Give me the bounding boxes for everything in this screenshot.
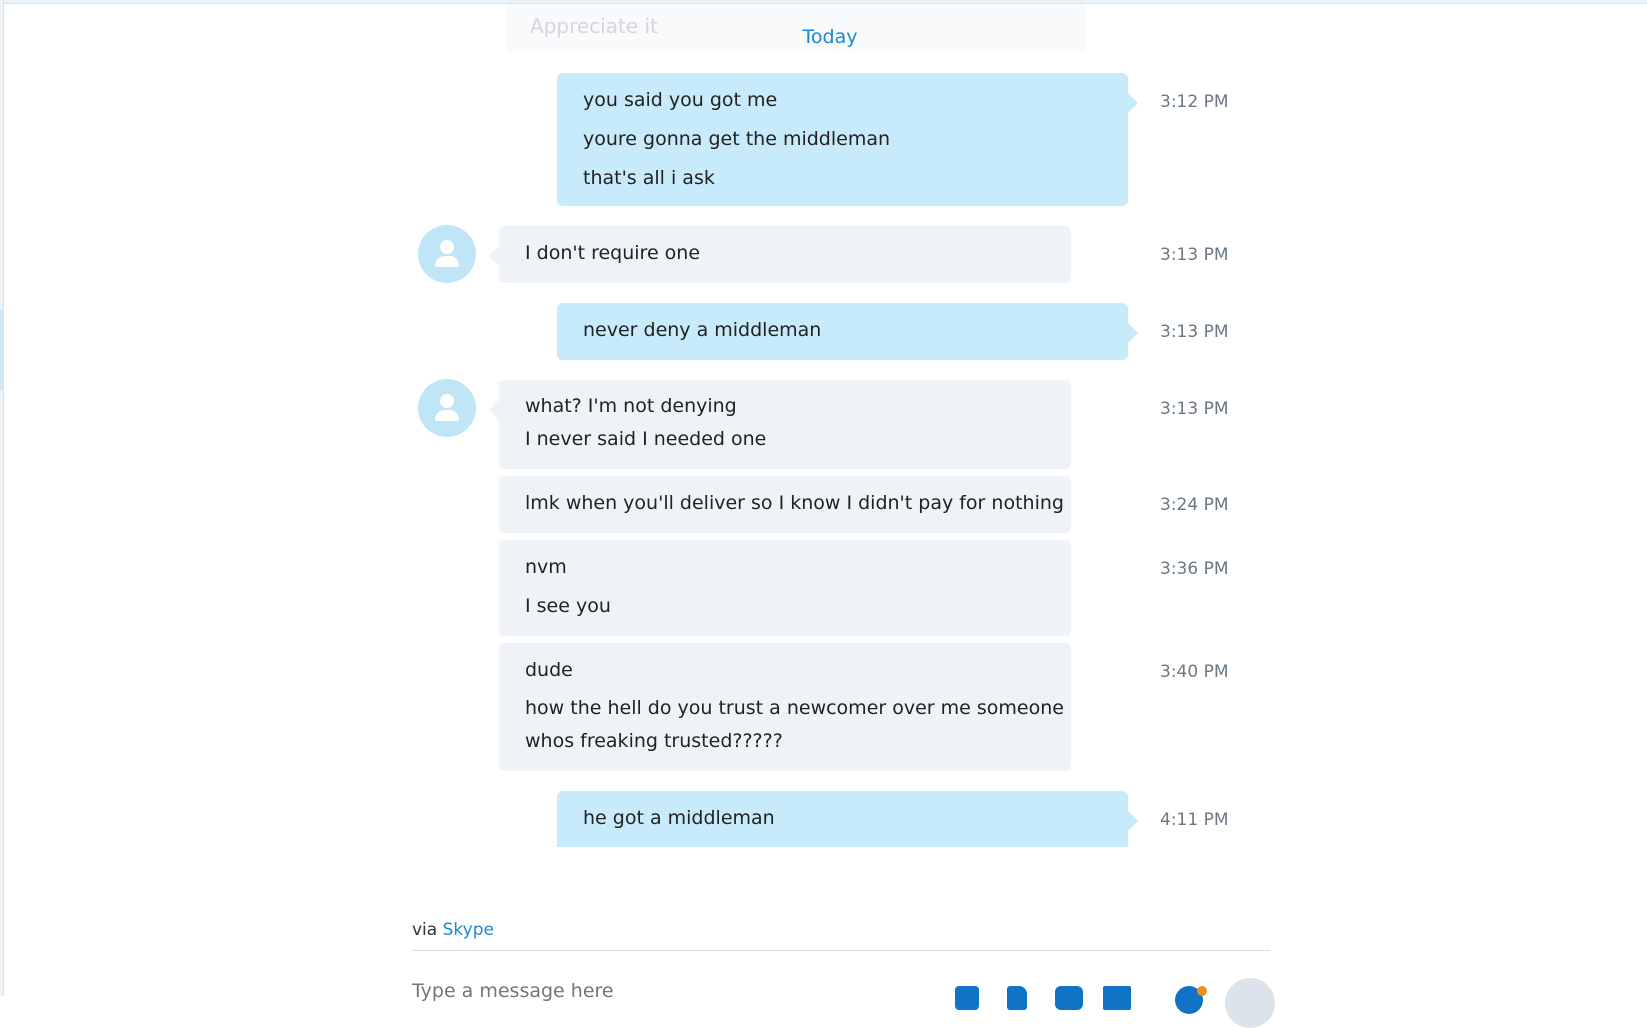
message-timestamp: 3:12 PM xyxy=(1160,92,1229,112)
video-message-icon[interactable] xyxy=(1055,986,1083,1010)
contact-avatar[interactable] xyxy=(418,379,476,437)
message-bubble-incoming[interactable]: lmk when you'll deliver so I know I didn… xyxy=(499,476,1071,533)
message-text: nvm xyxy=(525,556,567,578)
day-separator: Today xyxy=(802,26,858,48)
message-timestamp: 3:13 PM xyxy=(1160,245,1229,265)
message-bubble-incoming[interactable]: what? I'm not denying I never said I nee… xyxy=(489,380,1071,469)
previous-message-text: Appreciate it xyxy=(530,14,658,38)
message-text: dude xyxy=(525,659,573,681)
via-skype-label: via Skype xyxy=(412,920,494,940)
message-bubble-outgoing[interactable]: you said you got me youre gonna get the … xyxy=(557,73,1138,206)
message-bubble-incoming[interactable]: I don't require one xyxy=(489,226,1071,283)
person-icon-head xyxy=(440,240,454,254)
message-timestamp: 4:11 PM xyxy=(1160,810,1229,830)
message-text: I never said I needed one xyxy=(525,428,767,450)
message-text: how the hell do you trust a newcomer ove… xyxy=(525,697,1064,719)
message-timestamp: 3:13 PM xyxy=(1160,399,1229,419)
message-text: that's all i ask xyxy=(583,167,715,189)
send-icon[interactable] xyxy=(1225,978,1275,1028)
message-text: never deny a middleman xyxy=(583,319,822,341)
message-bubble-incoming[interactable]: dude how the hell do you trust a newcome… xyxy=(499,643,1071,771)
notification-dot xyxy=(1197,986,1207,996)
person-icon-body xyxy=(435,256,459,267)
skype-link[interactable]: Skype xyxy=(443,920,494,940)
message-timestamp: 3:36 PM xyxy=(1160,559,1229,579)
message-bubble-incoming[interactable]: nvm I see you xyxy=(499,540,1071,636)
message-input[interactable] xyxy=(412,980,932,1002)
message-text: you said you got me xyxy=(583,89,778,111)
person-icon-body xyxy=(435,410,459,421)
window-left-edge xyxy=(0,0,4,996)
via-prefix: via xyxy=(412,920,438,940)
message-bubble-outgoing[interactable]: he got a middleman xyxy=(557,791,1138,847)
message-text: youre gonna get the middleman xyxy=(583,128,891,150)
composer-divider xyxy=(412,950,1270,951)
message-text: I don't require one xyxy=(525,242,701,264)
side-panel-edge xyxy=(0,310,3,390)
media-bar-icon[interactable] xyxy=(1103,986,1131,1010)
contact-card-icon[interactable] xyxy=(955,986,979,1010)
message-text: I see you xyxy=(525,595,611,617)
message-text: he got a middleman xyxy=(583,807,775,829)
message-timestamp: 3:40 PM xyxy=(1160,662,1229,682)
file-icon[interactable] xyxy=(1007,986,1027,1010)
contact-avatar[interactable] xyxy=(418,225,476,283)
message-text: lmk when you'll deliver so I know I didn… xyxy=(525,492,1064,514)
person-icon-head xyxy=(440,394,454,408)
message-timestamp: 3:13 PM xyxy=(1160,322,1229,342)
message-text: whos freaking trusted????? xyxy=(525,730,783,752)
message-timestamp: 3:24 PM xyxy=(1160,495,1229,515)
message-text: what? I'm not denying xyxy=(525,395,737,417)
message-bubble-outgoing[interactable]: never deny a middleman xyxy=(557,303,1138,360)
